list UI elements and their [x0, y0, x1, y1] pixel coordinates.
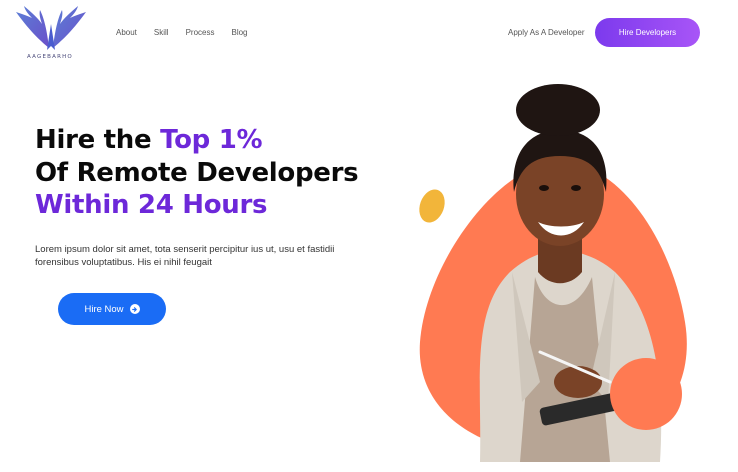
decorative-yellow-dot [419, 189, 445, 223]
brand-logo[interactable]: AAGEBARHO [14, 4, 88, 62]
headline-line-1-prefix: Hire the [35, 125, 161, 155]
nav-item-about[interactable]: About [116, 28, 137, 38]
winged-logo-icon [16, 6, 86, 50]
nav-item-process[interactable]: Process [186, 28, 215, 38]
headline-line-3: Within 24 Hours [35, 190, 268, 220]
hire-developers-button[interactable]: Hire Developers [595, 18, 700, 47]
headline-line-2: Of Remote Developers [35, 157, 359, 188]
hero-headline: Hire the Top 1% Of Remote Developers Wit… [35, 124, 359, 222]
hero-description: Lorem ipsum dolor sit amet, tota senseri… [35, 244, 335, 268]
main-nav: About Skill Process Blog [116, 28, 265, 38]
developer-portrait-image [419, 84, 687, 462]
hire-now-label: Hire Now [84, 303, 124, 315]
arrow-right-circle-icon [129, 304, 140, 314]
decorative-orange-circle [610, 358, 682, 430]
brand-name: AAGEBARHO [27, 54, 73, 60]
apply-as-developer-link[interactable]: Apply As A Developer [508, 28, 585, 38]
nav-item-blog[interactable]: Blog [231, 28, 247, 38]
hire-now-button[interactable]: Hire Now [58, 293, 166, 325]
headline-line-1-accent: Top 1% [160, 125, 263, 155]
hero-illustration [410, 82, 730, 462]
headline-line-1: Hire the Top 1% [35, 124, 358, 157]
nav-item-skill[interactable]: Skill [154, 28, 169, 38]
